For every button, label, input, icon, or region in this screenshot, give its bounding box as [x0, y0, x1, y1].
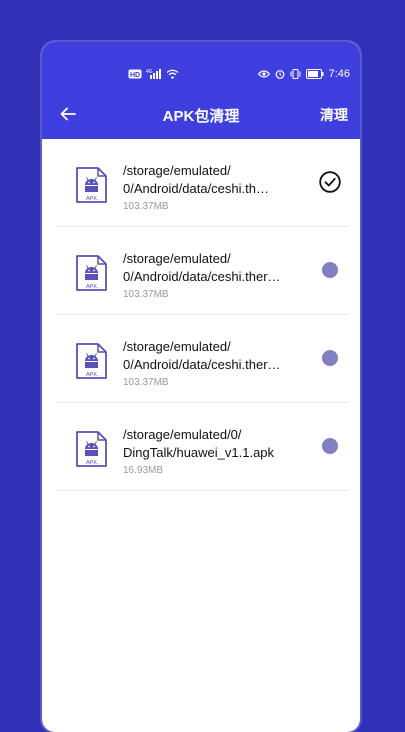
hd-icon: HD	[128, 69, 142, 79]
status-time: 7:46	[328, 68, 350, 80]
vibrate-icon	[290, 69, 301, 79]
file-path-line1: /storage/emulated/	[123, 163, 231, 178]
check-circle-icon	[319, 171, 341, 193]
file-path-line2: 0/Android/data/ceshi.ther…	[123, 269, 281, 284]
alarm-icon	[275, 70, 284, 79]
wifi-icon	[166, 69, 179, 79]
file-size: 103.37MB	[123, 289, 169, 300]
list-item[interactable]: APK /storage/emulated/ 0/Android/data/ce…	[56, 315, 348, 403]
file-path: /storage/emulated/ 0/Android/data/ceshi.…	[123, 338, 303, 374]
svg-text:APK: APK	[86, 460, 97, 466]
file-path: /storage/emulated/ 0/Android/data/ceshi.…	[123, 250, 303, 286]
file-path-line1: /storage/emulated/0/	[123, 427, 242, 442]
unselected-dot	[322, 262, 338, 278]
apk-file-icon: APK	[76, 255, 107, 291]
4g-signal-icon: 4G	[146, 69, 161, 79]
status-left-icons: HD 4G	[128, 68, 179, 79]
file-size: 103.37MB	[123, 201, 169, 212]
svg-text:4G: 4G	[146, 69, 153, 75]
selection-indicator[interactable]	[322, 438, 338, 454]
page-title: APK包清理	[162, 108, 240, 125]
file-path-line1: /storage/emulated/	[123, 251, 231, 266]
nav-bar: APK包清理 清理	[42, 102, 360, 128]
unselected-dot	[322, 350, 338, 366]
status-bar: HD 4G 7:46	[42, 66, 360, 86]
selection-indicator[interactable]	[322, 262, 338, 278]
svg-text:APK: APK	[86, 372, 97, 378]
selection-indicator[interactable]	[322, 350, 338, 366]
status-right-icons: 7:46	[257, 68, 350, 80]
unselected-dot	[322, 438, 338, 454]
svg-text:HD: HD	[130, 72, 140, 79]
file-path-line2: 0/Android/data/ceshi.th…	[123, 181, 269, 196]
file-path-line2: DingTalk/huawei_v1.1.apk	[123, 445, 275, 460]
app-header: HD 4G 7:46 APK包清理 清理	[42, 42, 360, 139]
file-path-line2: 0/Android/data/ceshi.ther…	[123, 357, 281, 372]
file-path: /storage/emulated/0/ DingTalk/huawei_v1.…	[123, 426, 303, 462]
eye-icon	[257, 70, 270, 78]
file-path: /storage/emulated/ 0/Android/data/ceshi.…	[123, 162, 303, 198]
svg-text:APK: APK	[86, 284, 97, 290]
apk-file-icon: APK	[76, 167, 107, 203]
svg-text:APK: APK	[86, 196, 97, 202]
battery-icon	[305, 69, 324, 79]
file-size: 103.37MB	[123, 377, 169, 388]
file-size: 16.93MB	[123, 465, 164, 476]
apk-file-list: APK /storage/emulated/ 0/Android/data/ce…	[56, 139, 348, 491]
apk-file-icon: APK	[76, 343, 107, 379]
phone-screen: HD 4G 7:46 APK包清理 清理 APK /storage/emulat…	[42, 42, 360, 732]
clean-button[interactable]: 清理	[320, 105, 348, 125]
apk-file-icon: APK	[76, 431, 107, 467]
list-item[interactable]: APK /storage/emulated/0/ DingTalk/huawei…	[56, 403, 348, 491]
selection-indicator[interactable]	[319, 171, 341, 198]
list-item[interactable]: APK /storage/emulated/ 0/Android/data/ce…	[56, 227, 348, 315]
list-item[interactable]: APK /storage/emulated/ 0/Android/data/ce…	[56, 139, 348, 227]
file-path-line1: /storage/emulated/	[123, 339, 231, 354]
